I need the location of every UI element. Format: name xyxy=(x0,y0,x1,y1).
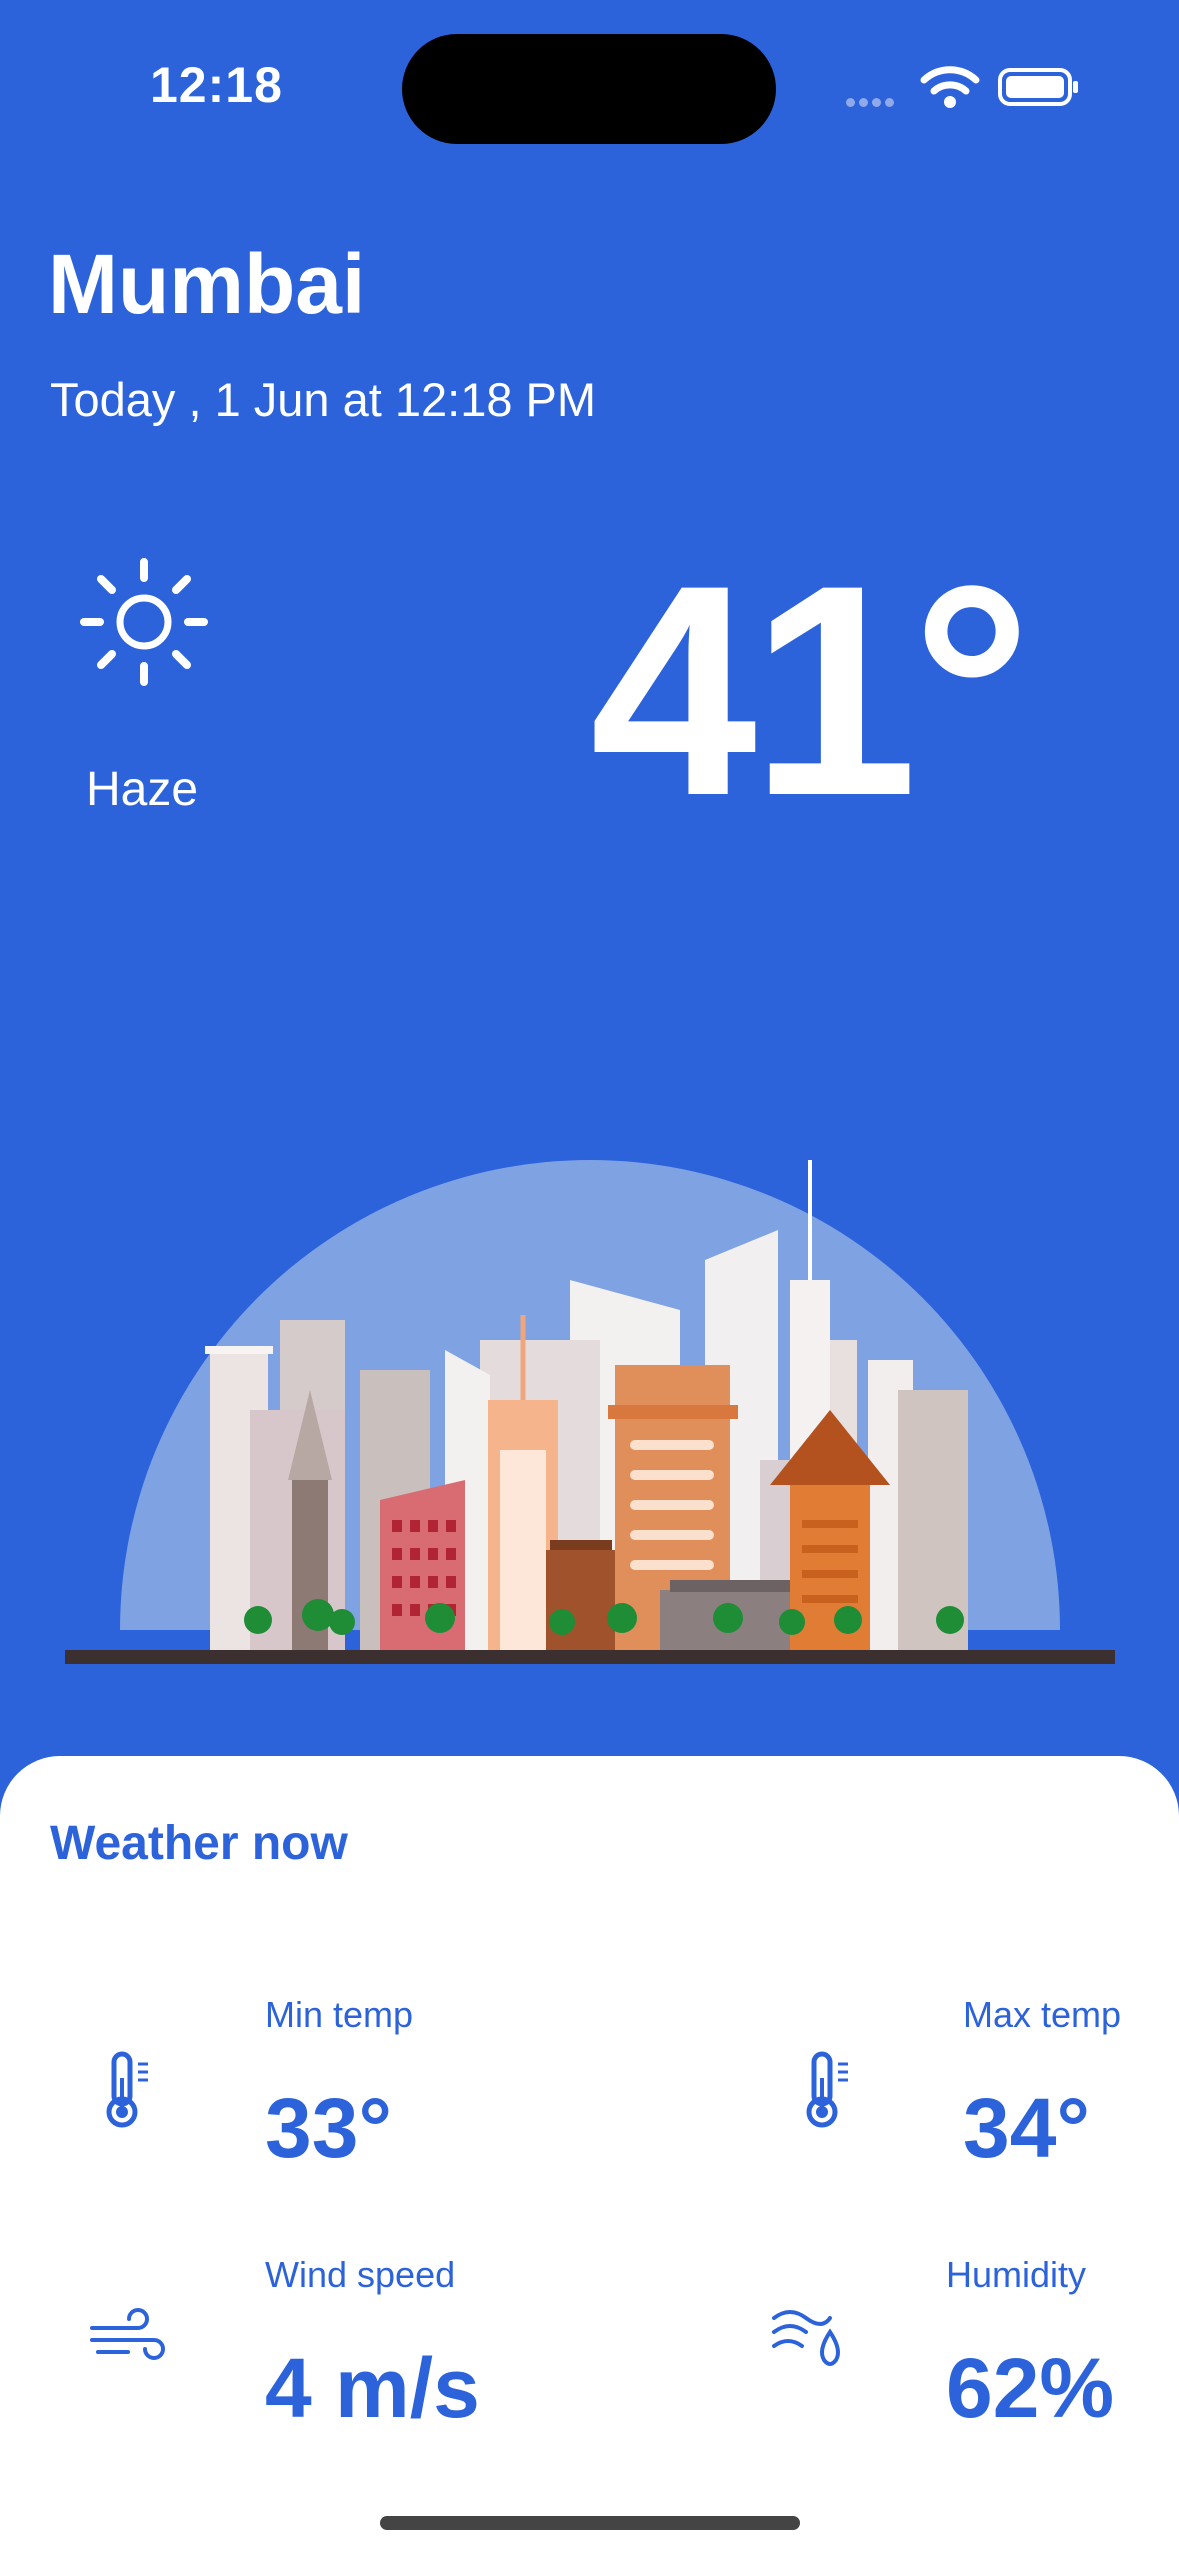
signal-icon xyxy=(846,94,906,107)
current-temperature: 41° xyxy=(590,522,1032,858)
thermometer-icon xyxy=(106,2051,148,2128)
wifi-icon xyxy=(920,66,980,108)
stat-value: 4 m/s xyxy=(265,2341,480,2435)
stat-value: 33° xyxy=(265,2081,393,2175)
battery-icon xyxy=(998,68,1078,106)
humidity-icon xyxy=(772,2310,840,2366)
wind-icon xyxy=(90,2308,165,2360)
date-time: Today , 1 Jun at 12:18 PM xyxy=(50,373,597,426)
thermometer-icon xyxy=(806,2051,848,2128)
status-time: 12:18 xyxy=(150,57,283,113)
stat-label: Humidity xyxy=(946,2254,1087,2295)
card-title: Weather now xyxy=(50,1817,348,1870)
home-indicator[interactable] xyxy=(380,2516,800,2530)
sun-icon xyxy=(80,558,208,686)
dynamic-island xyxy=(402,34,776,144)
stat-label: Wind speed xyxy=(265,2254,456,2295)
stat-value: 62% xyxy=(946,2341,1115,2435)
city-skyline-illustration xyxy=(65,1160,1115,1664)
stat-label: Max temp xyxy=(963,1994,1122,2035)
stat-label: Min temp xyxy=(265,1994,414,2035)
weather-condition: Haze xyxy=(86,763,199,816)
stat-value: 34° xyxy=(963,2081,1091,2175)
city-name: Mumbai xyxy=(48,237,366,331)
